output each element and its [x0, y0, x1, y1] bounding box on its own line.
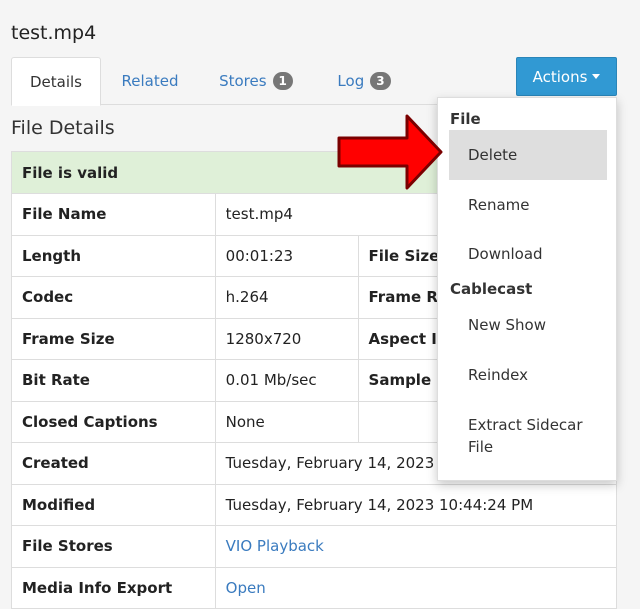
menu-item-extract-sidecar-file-label: Extract Sidecar File	[468, 416, 583, 456]
log-count-badge: 3	[370, 72, 391, 90]
menu-item-download-label: Download	[468, 244, 543, 263]
bit-rate-value: 0.01 Mb/sec	[214, 359, 359, 402]
menu-item-extract-sidecar-file[interactable]: Extract Sidecar File	[449, 402, 607, 470]
menu-item-delete[interactable]: Delete	[449, 130, 607, 180]
codec-value: h.264	[214, 276, 359, 319]
actions-button-label: Actions	[532, 67, 588, 86]
stores-count-badge: 1	[272, 72, 293, 90]
file-stores-label: File Stores	[11, 525, 216, 568]
caret-down-icon	[592, 74, 601, 79]
created-label: Created	[11, 442, 216, 485]
bit-rate-label: Bit Rate	[11, 359, 216, 402]
actions-dropdown-menu: File Delete Rename Download Cablecast Ne…	[437, 97, 617, 481]
red-arrow-icon	[337, 114, 443, 190]
tab-log[interactable]: Log 3	[327, 57, 401, 105]
table-row: Media Info Export Open	[11, 566, 618, 609]
open-link[interactable]: Open	[226, 579, 266, 597]
tab-log-label: Log	[337, 72, 365, 90]
vio-playback-link[interactable]: VIO Playback	[226, 537, 324, 555]
captions-value: None	[214, 400, 359, 443]
dropdown-header-file: File	[450, 110, 481, 128]
tab-related[interactable]: Related	[103, 57, 197, 105]
length-value: 00:01:23	[214, 234, 359, 277]
tab-stores-label: Stores	[219, 72, 267, 90]
menu-item-download[interactable]: Download	[449, 229, 607, 278]
codec-label: Codec	[11, 276, 216, 319]
menu-item-reindex[interactable]: Reindex	[449, 350, 607, 400]
menu-item-new-show[interactable]: New Show	[449, 300, 607, 350]
page-title: test.mp4	[11, 22, 97, 44]
menu-item-rename-label: Rename	[468, 195, 530, 214]
modified-label: Modified	[11, 483, 216, 526]
frame-size-label: Frame Size	[11, 317, 216, 360]
file-name-label: File Name	[11, 193, 216, 236]
menu-item-new-show-label: New Show	[468, 316, 546, 334]
length-label: Length	[11, 234, 216, 277]
menu-item-reindex-label: Reindex	[468, 366, 529, 384]
frame-size-value: 1280x720	[214, 317, 359, 360]
captions-label: Closed Captions	[11, 400, 216, 443]
actions-button[interactable]: Actions	[516, 57, 617, 96]
media-info-export-label: Media Info Export	[11, 566, 216, 609]
table-row: Modified Tuesday, February 14, 2023 10:4…	[11, 483, 618, 526]
section-title: File Details	[11, 117, 115, 139]
file-stores-cell: VIO Playback	[214, 525, 618, 568]
menu-item-delete-label: Delete	[468, 146, 518, 164]
menu-item-rename[interactable]: Rename	[449, 180, 607, 229]
tab-details-label: Details	[29, 72, 82, 91]
table-row: File Stores VIO Playback	[11, 525, 618, 568]
media-info-export-cell: Open	[214, 566, 618, 609]
modified-value: Tuesday, February 14, 2023 10:44:24 PM	[214, 483, 618, 526]
tab-stores[interactable]: Stores 1	[207, 57, 305, 105]
dropdown-header-cablecast: Cablecast	[450, 280, 533, 298]
tab-related-label: Related	[121, 72, 179, 90]
tab-details[interactable]: Details	[11, 57, 101, 106]
